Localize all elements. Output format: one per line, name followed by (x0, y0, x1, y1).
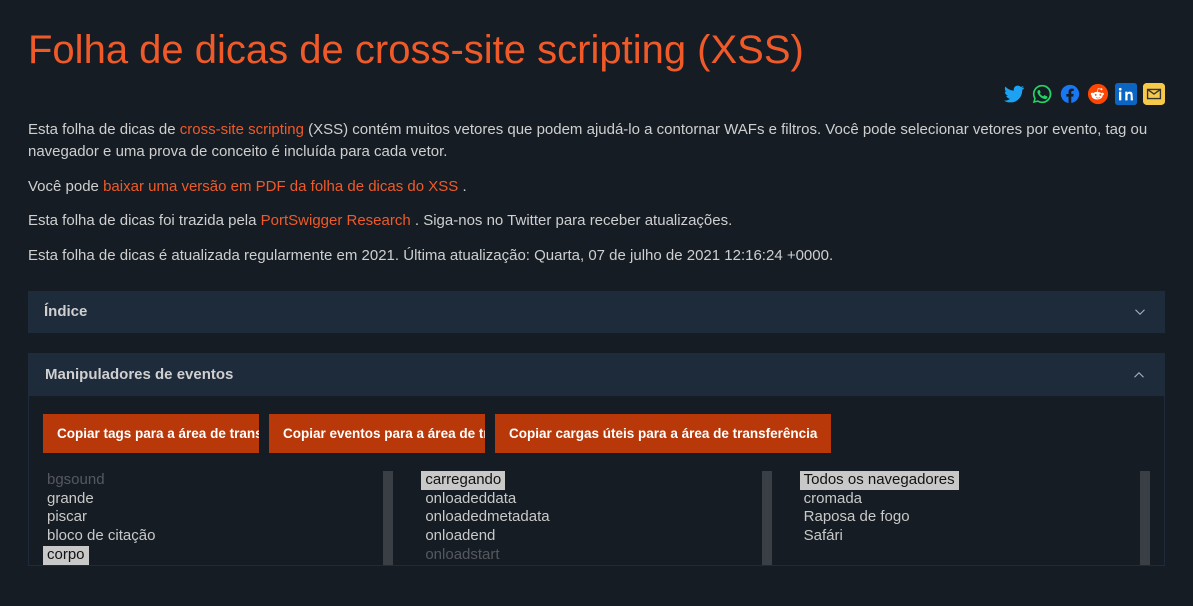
copy-payloads-button[interactable]: Copiar cargas úteis para a área de trans… (495, 414, 831, 453)
list-item[interactable]: onloadstart (421, 546, 503, 565)
text: Esta folha de dicas de (28, 121, 180, 138)
event-handlers-title: Manipuladores de eventos (45, 366, 233, 383)
list-item[interactable]: Safári (800, 527, 847, 546)
text: . (462, 178, 466, 195)
whatsapp-icon[interactable] (1031, 83, 1053, 105)
button-row: Copiar tags para a área de transferência… (43, 414, 1150, 453)
chevron-down-icon (1131, 303, 1149, 321)
list-item[interactable]: Todos os navegadores (800, 471, 959, 490)
event-handlers-section: Manipuladores de eventos Copiar tags par… (28, 353, 1165, 566)
chevron-up-icon (1130, 366, 1148, 384)
pdf-download-link[interactable]: baixar uma versão em PDF da folha de dic… (103, 178, 462, 195)
reddit-icon[interactable] (1087, 83, 1109, 105)
twitter-icon[interactable] (1003, 83, 1025, 105)
browsers-listbox[interactable]: Todos os navegadorescromadaRaposa de fog… (800, 471, 1150, 565)
list-item[interactable]: onloadedmetadata (421, 508, 553, 527)
portswigger-link[interactable]: PortSwigger Research (261, 212, 415, 229)
copy-tags-button[interactable]: Copiar tags para a área de transferência (43, 414, 259, 453)
event-handlers-header[interactable]: Manipuladores de eventos (29, 354, 1164, 396)
page-title: Folha de dicas de cross-site scripting (… (28, 28, 1165, 73)
share-row (28, 83, 1165, 105)
lists-row: bgsoundgrandepiscarbloco de citaçãocorpo… (43, 471, 1150, 565)
list-item[interactable]: corpo (43, 546, 89, 565)
list-item[interactable]: cromada (800, 490, 866, 509)
intro-paragraph-4: Esta folha de dicas é atualizada regular… (28, 245, 1165, 267)
tags-listbox[interactable]: bgsoundgrandepiscarbloco de citaçãocorpo (43, 471, 393, 565)
list-item[interactable]: carregando (421, 471, 505, 490)
xss-link[interactable]: cross-site scripting (180, 121, 304, 138)
linkedin-icon[interactable] (1115, 83, 1137, 105)
list-item[interactable]: onloadend (421, 527, 499, 546)
index-title: Índice (44, 303, 87, 320)
intro-paragraph-1: Esta folha de dicas de cross-site script… (28, 119, 1165, 163)
text: . Siga-nos no Twitter para receber atual… (415, 212, 732, 229)
list-item[interactable]: onloadeddata (421, 490, 520, 509)
list-item[interactable]: Raposa de fogo (800, 508, 914, 527)
index-accordion[interactable]: Índice (28, 291, 1165, 333)
list-item[interactable]: bgsound (43, 471, 109, 490)
list-item[interactable]: piscar (43, 508, 91, 527)
copy-events-button[interactable]: Copiar eventos para a área de transferên… (269, 414, 485, 453)
facebook-icon[interactable] (1059, 83, 1081, 105)
intro-paragraph-3: Esta folha de dicas foi trazida pela Por… (28, 210, 1165, 232)
events-listbox[interactable]: carregandoonloadeddataonloadedmetadataon… (421, 471, 771, 565)
text: Você pode (28, 178, 103, 195)
list-item[interactable]: grande (43, 490, 98, 509)
intro-paragraph-2: Você pode baixar uma versão em PDF da fo… (28, 176, 1165, 198)
list-item[interactable]: bloco de citação (43, 527, 159, 546)
text: Esta folha de dicas foi trazida pela (28, 212, 261, 229)
section-body: Copiar tags para a área de transferência… (29, 396, 1164, 565)
email-icon[interactable] (1143, 83, 1165, 105)
